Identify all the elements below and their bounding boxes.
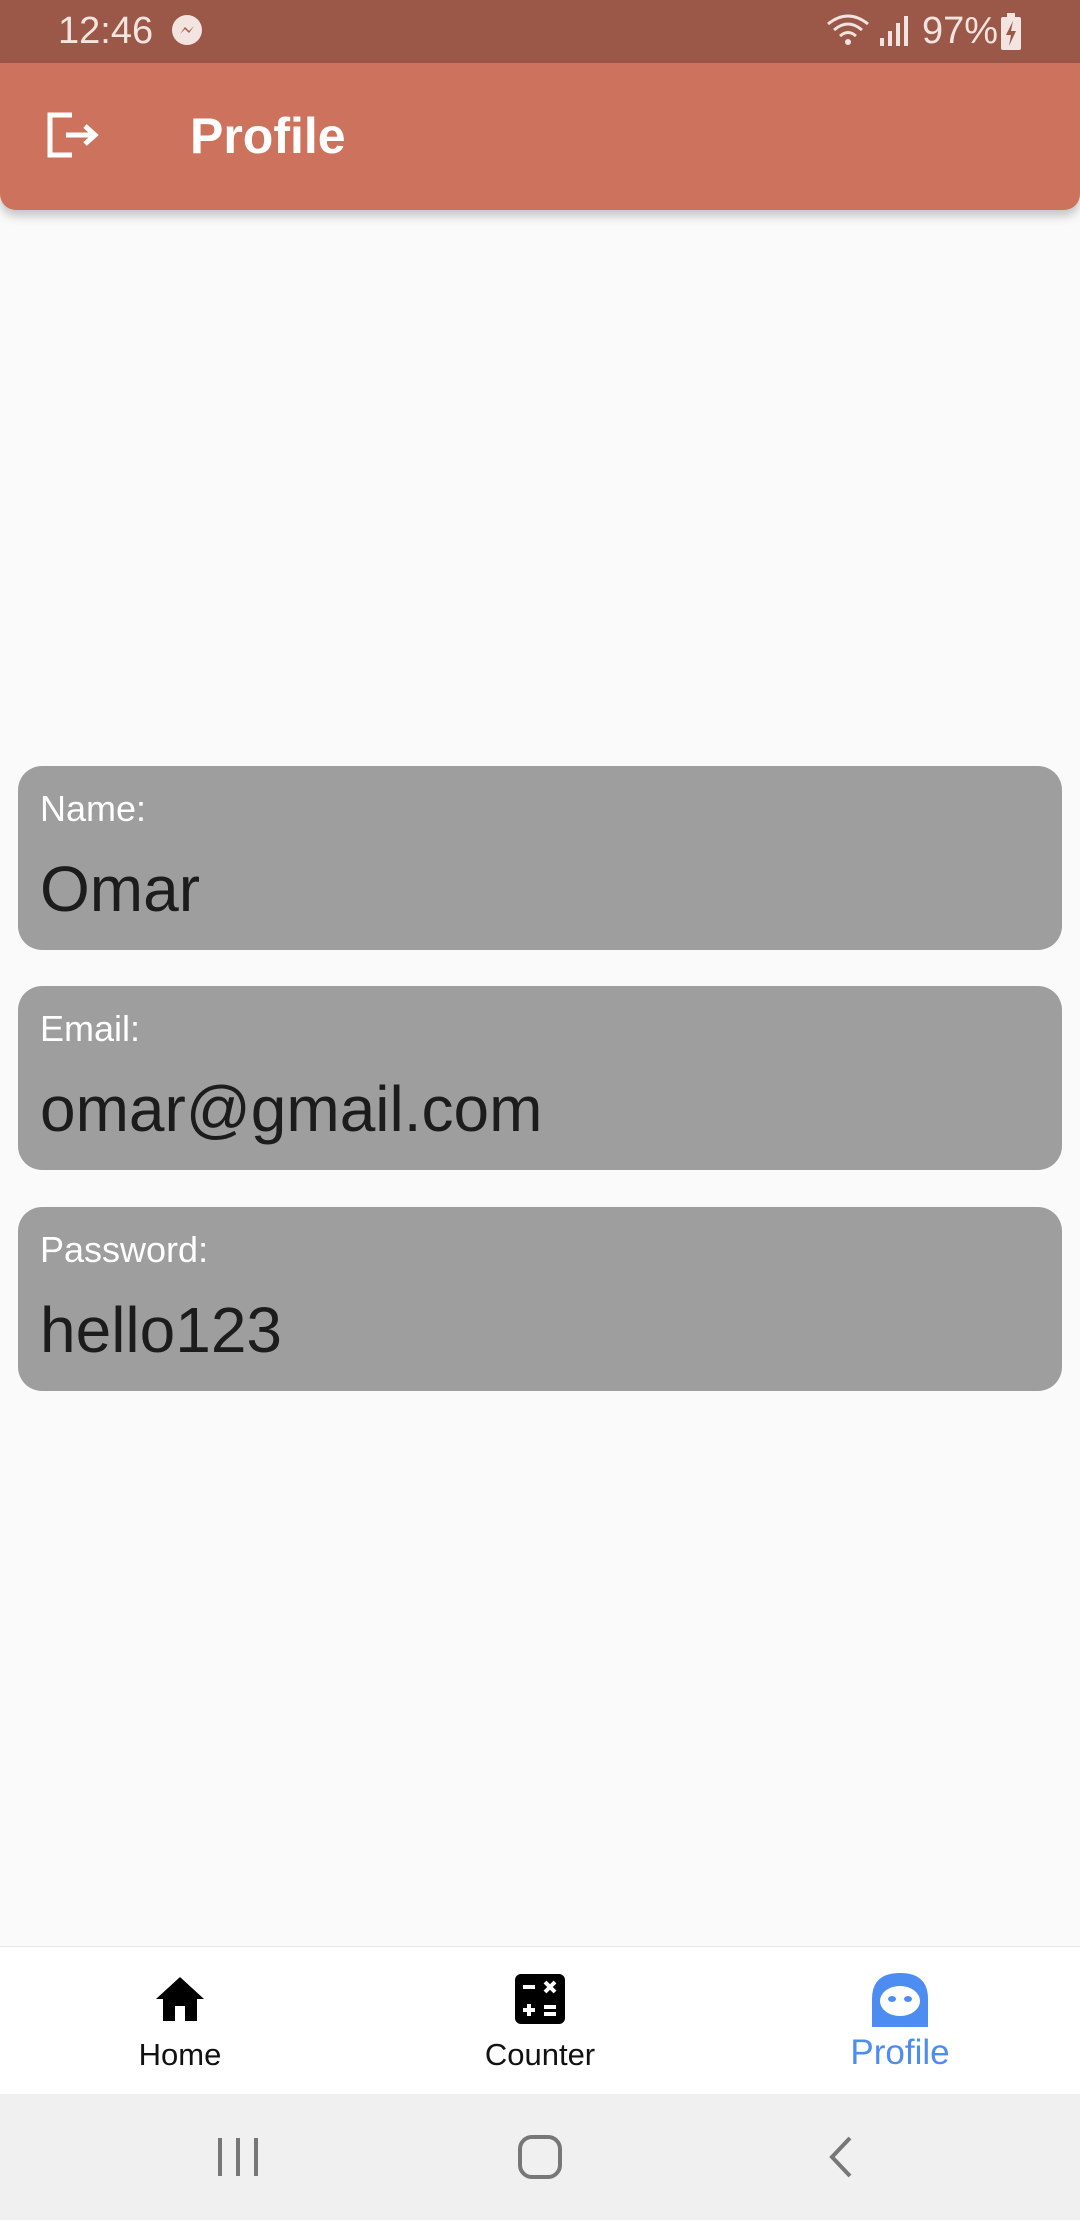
email-field-value: omar@gmail.com bbox=[40, 1073, 543, 1145]
logout-icon[interactable] bbox=[44, 105, 104, 165]
battery-charging-icon bbox=[1001, 13, 1021, 50]
email-field[interactable]: Email: omar@gmail.com bbox=[18, 986, 1062, 1170]
password-field-label: Password: bbox=[40, 1229, 209, 1270]
page-title: Profile bbox=[190, 108, 346, 164]
nav-label-counter: Counter bbox=[484, 2037, 596, 2072]
recent-apps-icon[interactable] bbox=[208, 2130, 268, 2186]
nav-label-home: Home bbox=[138, 2037, 222, 2072]
status-time: 12:46 bbox=[58, 10, 154, 52]
wifi-icon bbox=[827, 14, 869, 45]
home-icon bbox=[156, 1977, 204, 2021]
messenger-icon bbox=[172, 15, 202, 45]
app-bar: Profile bbox=[0, 63, 1080, 210]
face-icon bbox=[872, 1973, 928, 2027]
home-circle-icon[interactable] bbox=[510, 2130, 570, 2186]
status-bar: 12:46 97% bbox=[0, 0, 1080, 63]
name-field-value: Omar bbox=[40, 853, 200, 925]
name-field-label: Name: bbox=[40, 788, 147, 829]
system-nav-bar bbox=[0, 2094, 1080, 2220]
password-field[interactable]: Password: hello123 bbox=[18, 1207, 1062, 1391]
battery-percent: 97% bbox=[922, 10, 999, 52]
nav-item-profile[interactable]: Profile bbox=[720, 1947, 1080, 2095]
email-field-label: Email: bbox=[40, 1008, 141, 1049]
signal-icon bbox=[880, 16, 908, 46]
calculator-icon bbox=[515, 1974, 565, 2024]
name-field[interactable]: Name: Omar bbox=[18, 766, 1062, 950]
nav-label-profile: Profile bbox=[850, 2033, 950, 2072]
back-icon[interactable] bbox=[812, 2130, 872, 2186]
bottom-nav: Home Counter Profile bbox=[0, 1946, 1080, 2095]
password-field-value: hello123 bbox=[40, 1294, 282, 1366]
nav-item-counter[interactable]: Counter bbox=[360, 1947, 720, 2095]
nav-item-home[interactable]: Home bbox=[0, 1947, 360, 2095]
